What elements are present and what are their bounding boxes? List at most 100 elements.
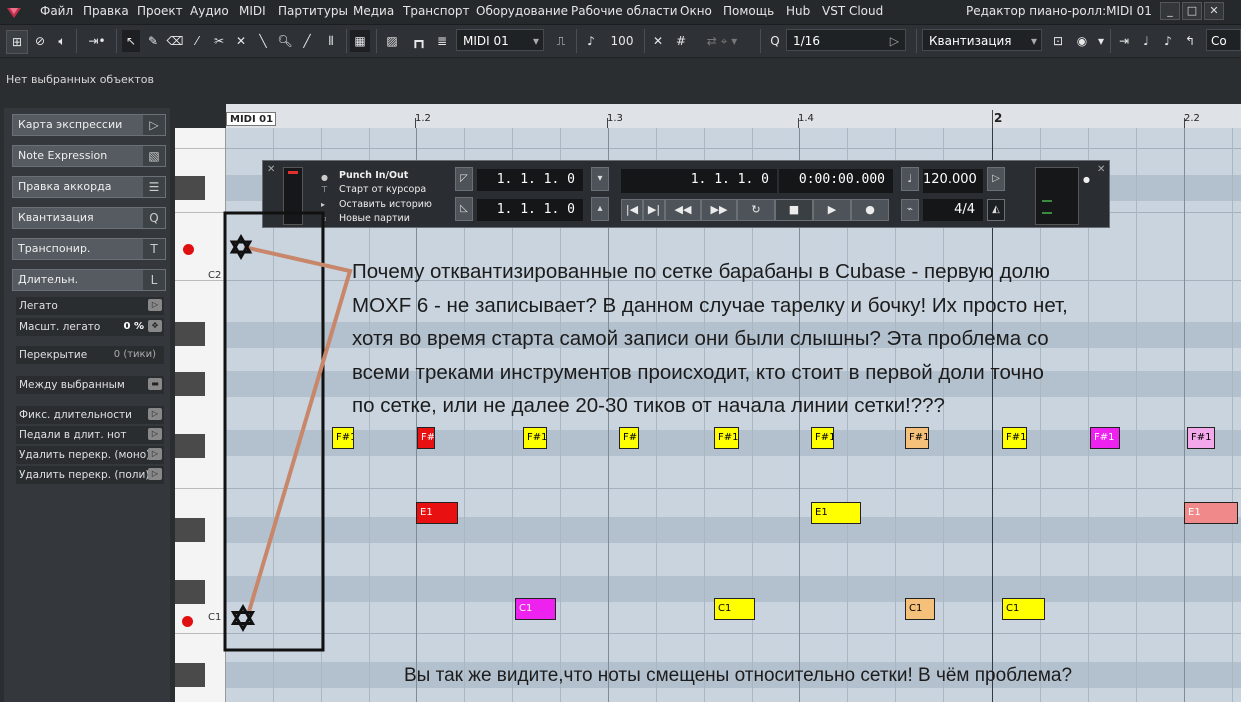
inspector-expression-map[interactable]: Карта экспрессии ▷ (12, 114, 166, 136)
go-to-start-icon[interactable]: |◀ (621, 199, 643, 221)
midi-note[interactable]: F#1 (714, 427, 739, 449)
position-bars-display[interactable]: 1. 1. 1. 0 (621, 169, 777, 193)
left-locator-icon[interactable]: ◸ (455, 167, 473, 191)
menu-edit[interactable]: Правка (83, 4, 129, 18)
black-key[interactable] (175, 518, 205, 542)
between-selected-icon[interactable]: ▬ (148, 378, 162, 390)
pointer-tool-icon[interactable]: ↖ (122, 30, 140, 52)
menu-vst-cloud[interactable]: VST Cloud (822, 4, 883, 18)
glue-tool-icon[interactable]: ✕ (232, 30, 250, 52)
midi-note[interactable]: F#1 (1002, 427, 1027, 449)
menu-media[interactable]: Медиа (353, 4, 394, 18)
midi-note[interactable]: F#1 (905, 427, 929, 449)
transport-close-right-icon[interactable]: ✕ (1097, 164, 1105, 175)
inspector-note-expression[interactable]: Note Expression ▧ (12, 145, 166, 167)
black-key[interactable] (175, 372, 205, 396)
part-list-icon[interactable]: ≣ (432, 30, 452, 52)
right-locator-display[interactable]: 1. 1. 1. 0 (477, 199, 583, 221)
new-parts-label[interactable]: Новые партии (339, 213, 410, 224)
between-selected-row[interactable]: Между выбранным ▬ (16, 376, 164, 394)
right-locator-icon[interactable]: ◺ (455, 197, 473, 221)
chord-track-icon[interactable]: ▦ (350, 30, 370, 52)
start-from-cursor-label[interactable]: Старт от курсора (339, 184, 426, 195)
midi-note[interactable]: F#1 (1090, 427, 1120, 449)
ruler[interactable]: MIDI 01 1.2 1.3 1.4 2 2.2 (226, 104, 1241, 129)
midi-note[interactable]: C1 (515, 598, 556, 620)
snap-icon[interactable]: ✕ (648, 30, 668, 52)
midi-note[interactable]: F#1 (811, 427, 834, 449)
punch-dot-icon[interactable]: ● (321, 173, 328, 182)
velocity-value[interactable]: 100 (608, 30, 636, 52)
menu-hub[interactable]: Hub (786, 4, 810, 18)
toolbar-dropdown-icon[interactable]: ▾ (1096, 30, 1106, 52)
zoom-tool-icon[interactable]: 🔍︎ (276, 30, 294, 52)
legato-row[interactable]: Легато ▷ (16, 297, 164, 315)
menu-hardware[interactable]: Оборудование (476, 4, 568, 18)
tempo-track-icon[interactable]: ⌁ (901, 199, 919, 221)
midi-note[interactable]: F# (417, 427, 435, 449)
insert-velocity-icon[interactable]: ⎍ (550, 30, 572, 52)
inspector-chord-edit[interactable]: Правка аккорда ☰ (12, 176, 166, 198)
black-key[interactable] (175, 434, 205, 458)
midi-note[interactable]: F#1 (332, 427, 354, 449)
fixed-length-row[interactable]: Фикс. длительности ▷ (16, 406, 164, 424)
cycle-icon[interactable]: ↻ (737, 199, 775, 221)
select-mode-icon[interactable]: ↰ (1180, 30, 1200, 52)
midi-note[interactable]: E1 (416, 502, 458, 524)
black-key[interactable] (175, 663, 205, 687)
midi-note[interactable]: E1 (1184, 502, 1238, 524)
transport-close-icon[interactable]: ✕ (267, 164, 275, 175)
go-to-end-icon[interactable]: ▶| (643, 199, 665, 221)
metronome-icon[interactable]: ♩ (901, 167, 919, 191)
tempo-display[interactable]: 120.000 (923, 169, 983, 193)
solo-editor-icon[interactable]: ⊞ (6, 30, 28, 54)
menu-file[interactable]: Файл (40, 4, 73, 18)
midi-input-icon[interactable]: ◉ (1072, 30, 1092, 52)
locator-down-icon[interactable]: ▾ (591, 167, 609, 191)
line-tool-icon[interactable]: ╱ (298, 30, 316, 52)
close-window-button[interactable]: ✕ (1204, 2, 1224, 20)
inspector-length[interactable]: Длительн. L (12, 269, 166, 291)
midi-note[interactable]: F#1 (1187, 427, 1215, 449)
menu-transport[interactable]: Транспорт (403, 4, 470, 18)
inspector-quantize[interactable]: Квантизация Q (12, 207, 166, 229)
midi-note[interactable]: C1 (714, 598, 755, 620)
pedals-length-icon[interactable]: ▷ (148, 428, 162, 440)
play-icon[interactable]: ▶ (813, 199, 851, 221)
menu-project[interactable]: Проект (137, 4, 183, 18)
inspector-transpose[interactable]: Транспонир. T (12, 238, 166, 260)
delete-overlaps-poly-icon[interactable]: ▷ (148, 468, 162, 480)
fast-forward-icon[interactable]: ▶▶ (701, 199, 737, 221)
mute-icon[interactable]: ⊘ (30, 30, 50, 52)
overlap-row[interactable]: Перекрытие 0 (тики) (16, 346, 164, 364)
trim-tool-icon[interactable]: ⁄ (188, 30, 206, 52)
click-icon[interactable]: ◭ (987, 199, 1005, 221)
minimize-button[interactable]: _ (1160, 2, 1180, 20)
record-icon[interactable]: ● (851, 199, 889, 221)
part-selector[interactable]: MIDI 01 ▾ (456, 29, 544, 51)
drumstick-tool-icon[interactable]: ⦀ (320, 30, 342, 52)
position-time-display[interactable]: 0:00:00.000 (779, 169, 893, 193)
length-quantize-select[interactable]: Квантизация ▾ (922, 29, 1042, 51)
fixed-length-icon[interactable]: ▷ (148, 408, 162, 420)
apply-legato-icon[interactable]: ▷ (148, 299, 162, 311)
grid-icon[interactable]: # (672, 30, 690, 52)
velocity-note-icon[interactable]: ♪ (582, 30, 600, 52)
quantize-q-icon[interactable]: Q (766, 30, 784, 52)
menu-midi[interactable]: MIDI (239, 4, 266, 18)
signature-display[interactable]: 4/4 (923, 199, 983, 221)
sync-icon[interactable]: ▷ (987, 167, 1005, 191)
pedals-length-row[interactable]: Педали в длит. нот ▷ (16, 426, 164, 444)
menu-scores[interactable]: Партитуры (278, 4, 348, 18)
pitch-mode-icon[interactable]: ♪ (1158, 30, 1178, 52)
black-key[interactable] (175, 580, 205, 604)
keep-history-label[interactable]: Оставить историю (339, 199, 432, 210)
black-key[interactable] (175, 176, 205, 200)
legato-scale-icon[interactable]: ✥ (148, 320, 162, 332)
midi-note[interactable]: E1 (811, 502, 861, 524)
locator-up-icon[interactable]: ▴ (591, 197, 609, 221)
piano-keyboard[interactable]: C2 C1 (175, 128, 226, 702)
eraser-tool-icon[interactable]: ⌫ (166, 30, 184, 52)
quantize-preset-select[interactable]: 1/16 ▷ (786, 29, 906, 51)
maximize-button[interactable]: □ (1182, 2, 1202, 20)
